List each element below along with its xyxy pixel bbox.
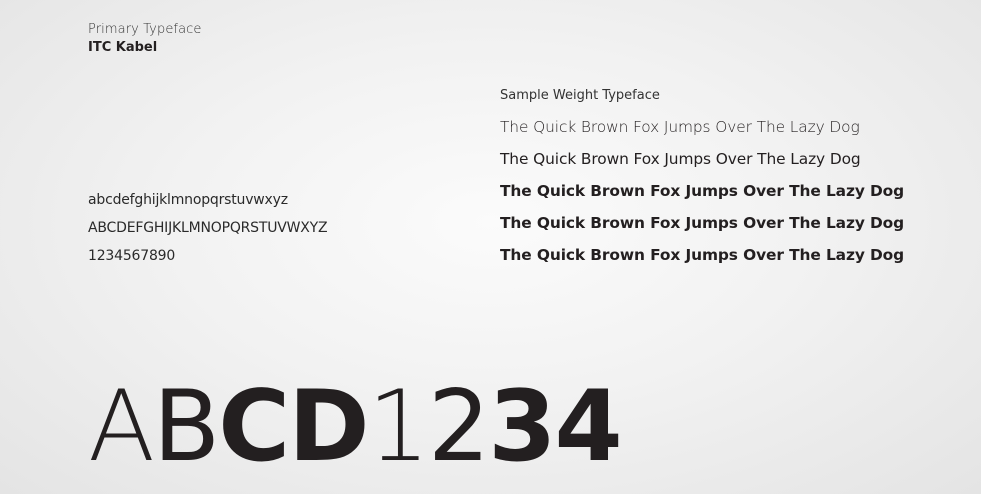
display-glyph-specimen: ABCD1234 <box>88 370 623 488</box>
display-glyph-2: 2 <box>427 370 490 484</box>
display-glyph-d: D <box>288 370 369 484</box>
sample-line-weight-4: The Quick Brown Fox Jumps Over The Lazy … <box>500 214 905 232</box>
display-glyph-4: 4 <box>554 370 622 484</box>
display-glyph-a: A <box>88 370 155 484</box>
uppercase-alphabet: ABCDEFGHIJKLMNOPQRSTUVWXYZ <box>88 220 328 236</box>
digit-set: 1234567890 <box>88 248 176 264</box>
typeface-section-label: Primary Typeface <box>88 22 202 37</box>
sample-line-weight-2: The Quick Brown Fox Jumps Over The Lazy … <box>500 150 861 168</box>
sample-line-weight-3: The Quick Brown Fox Jumps Over The Lazy … <box>500 182 905 200</box>
sample-line-weight-1: The Quick Brown Fox Jumps Over The Lazy … <box>500 118 860 136</box>
sample-line-weight-5: The Quick Brown Fox Jumps Over The Lazy … <box>500 246 905 264</box>
lowercase-alphabet: abcdefghijklmnopqrstuvwxyz <box>88 192 288 208</box>
sample-weights-label: Sample Weight Typeface <box>500 88 660 103</box>
display-glyph-1: 1 <box>367 370 430 484</box>
display-glyph-b: B <box>153 370 220 484</box>
typeface-name: ITC Kabel <box>88 40 158 55</box>
display-glyph-c: C <box>218 370 290 484</box>
display-glyph-3: 3 <box>488 370 556 484</box>
